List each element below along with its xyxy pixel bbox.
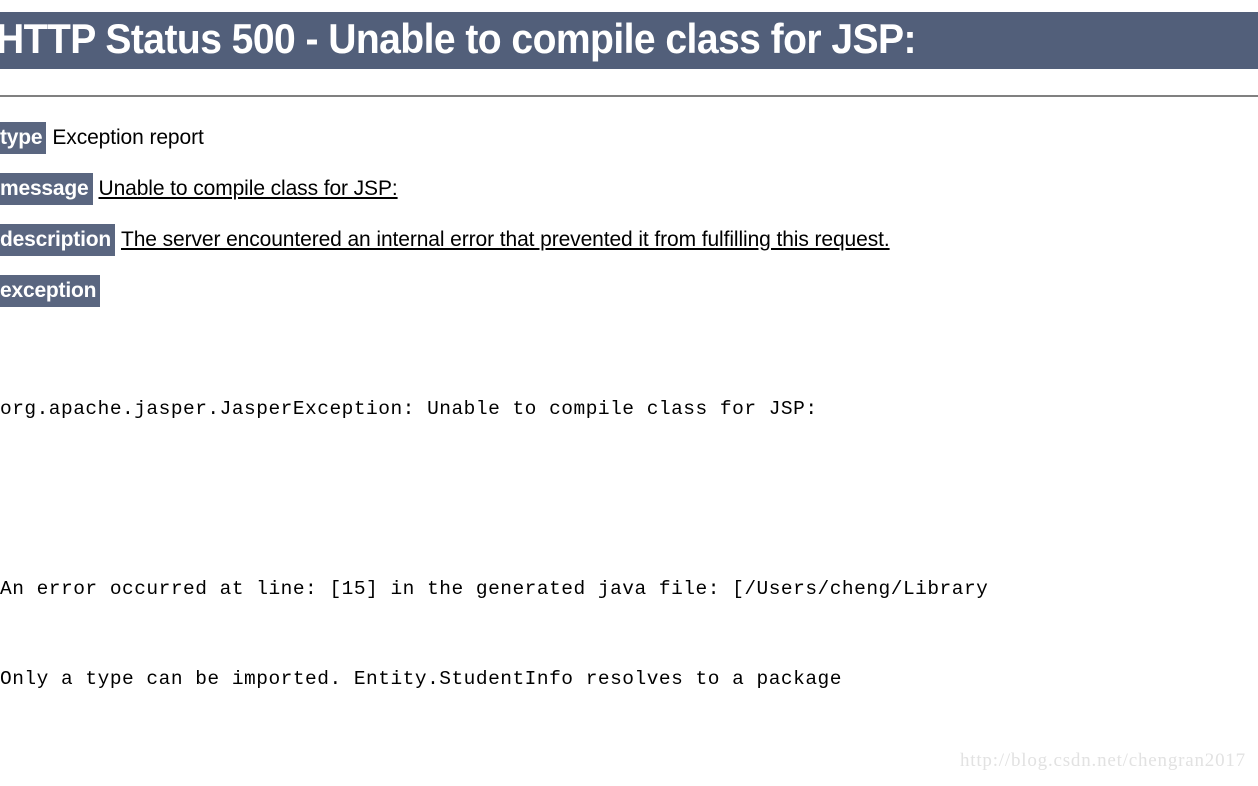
http-status-banner: HTTP Status 500 - Unable to compile clas…: [0, 12, 1258, 69]
meta-value-message: Unable to compile class for JSP:: [98, 177, 398, 200]
meta-value-type: Exception report: [52, 126, 204, 149]
page-title: HTTP Status 500 - Unable to compile clas…: [0, 15, 917, 62]
meta-label-type: type: [0, 122, 47, 154]
meta-label-description: description: [0, 224, 115, 256]
meta-label-exception: exception: [0, 275, 101, 307]
watermark-text: http://blog.csdn.net/chengran2017: [959, 750, 1246, 771]
meta-row-type: type Exception report: [0, 122, 1258, 173]
meta-row-description: description The server encountered an int…: [0, 224, 1258, 275]
meta-row-message: message Unable to compile class for JSP:: [0, 173, 1258, 224]
stacktrace-line: Only a type can be imported. Entity.Stud…: [0, 668, 842, 690]
meta-row-exception: exception: [0, 275, 1258, 326]
meta-label-message: message: [0, 173, 93, 205]
stacktrace-block: org.apache.jasper.JasperException: Unabl…: [0, 334, 1258, 786]
error-meta-list: type Exception report message Unable to co…: [0, 122, 1258, 326]
stacktrace-line: org.apache.jasper.JasperException: Unabl…: [0, 398, 818, 420]
stacktrace-line: An error occurred at line: [15] in the g…: [0, 578, 989, 600]
meta-value-description: The server encountered an internal error…: [120, 228, 890, 251]
header-divider: [0, 95, 1258, 97]
stacktrace-line: [0, 484, 1258, 514]
